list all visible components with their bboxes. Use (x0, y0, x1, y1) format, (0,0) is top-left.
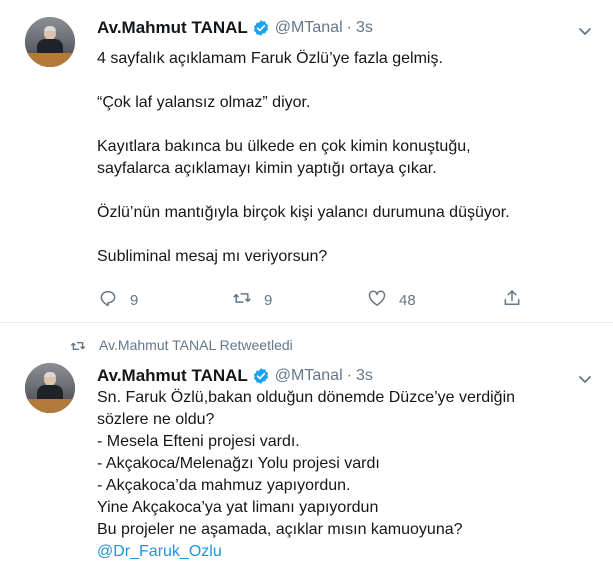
author-handle[interactable]: @MTanal (275, 367, 343, 385)
tweet-line: Sn. Faruk Özlü,bakan olduğun dönemde Düz… (97, 389, 516, 406)
retweeted-by-label[interactable]: Av.Mahmut TANAL Retweetledi (99, 337, 293, 353)
author-handle[interactable]: @MTanal (275, 19, 343, 37)
like-icon (367, 288, 387, 312)
like-count: 48 (399, 291, 416, 309)
tweet-time[interactable]: 3s (356, 19, 373, 37)
tweet-line: - Mesela Efteni projesi vardı. (97, 433, 300, 450)
reply-icon (98, 288, 118, 312)
tweet-line: Kayıtlara bakınca bu ülkede en çok kimin… (97, 138, 471, 155)
retweet-icon (232, 288, 252, 312)
tweet-line: - Akçakoca/Melenağzı Yolu projesi vardı (97, 455, 380, 472)
retweet-context: Av.Mahmut TANAL Retweetledi (0, 336, 613, 356)
author-avatar[interactable] (25, 363, 75, 413)
mention-link[interactable]: @Dr_Faruk_Ozlu (97, 543, 222, 560)
author-avatar[interactable] (25, 17, 75, 67)
tweet-line: “Çok laf yalansız olmaz” diyor. (97, 94, 311, 111)
verified-badge-icon (252, 367, 270, 385)
tweet-2[interactable]: Av.Mahmut TANAL Retweetledi Av.Mahmut TA… (0, 324, 613, 587)
chevron-down-icon[interactable] (577, 23, 593, 39)
tweet-header: Av.Mahmut TANAL @MTanal · 3s (97, 365, 373, 387)
tweet-line: sayfalarca açıklamayı kimin yaptığı orta… (97, 160, 437, 177)
separator-dot: · (346, 19, 352, 36)
share-icon (502, 288, 522, 312)
tweet-header: Av.Mahmut TANAL @MTanal · 3s (97, 17, 373, 39)
retweet-count: 9 (264, 291, 273, 309)
retweet-icon (70, 338, 86, 354)
tweet-line: Yine Akçakoca’ya yat limanı yapıyordun (97, 499, 379, 516)
tweet-feed: Av.Mahmut TANAL @MTanal · 3s 4 sayfalık … (0, 0, 613, 587)
retweet-button[interactable]: 9 (232, 288, 272, 312)
tweet-text: Sn. Faruk Özlü,bakan olduğun dönemde Düz… (97, 387, 601, 563)
share-button[interactable] (502, 288, 522, 312)
reply-button[interactable]: 9 (98, 288, 138, 312)
tweet-line: sözlere ne oldu? (97, 411, 215, 428)
tweet-1[interactable]: Av.Mahmut TANAL @MTanal · 3s 4 sayfalık … (0, 0, 613, 323)
tweet-actions: 9 9 48 (0, 288, 613, 310)
tweet-line: - Akçakoca’da mahmuz yapıyordun. (97, 477, 351, 494)
author-name[interactable]: Av.Mahmut TANAL (97, 366, 248, 386)
chevron-down-icon[interactable] (577, 371, 593, 387)
reply-count: 9 (130, 291, 139, 309)
verified-badge-icon (252, 19, 270, 37)
tweet-time[interactable]: 3s (356, 367, 373, 385)
tweet-text: 4 sayfalık açıklamam Faruk Özlü’ye fazla… (97, 48, 601, 268)
tweet-line: Subliminal mesaj mı veriyorsun? (97, 248, 328, 265)
like-button[interactable]: 48 (367, 288, 416, 312)
author-name[interactable]: Av.Mahmut TANAL (97, 18, 248, 38)
tweet-line: 4 sayfalık açıklamam Faruk Özlü’ye fazla… (97, 50, 443, 67)
separator-dot: · (346, 367, 352, 384)
tweet-line: Bu projeler ne aşamada, açıklar mısın ka… (97, 521, 463, 538)
tweet-line: Özlü’nün mantığıyla birçok kişi yalancı … (97, 204, 510, 221)
